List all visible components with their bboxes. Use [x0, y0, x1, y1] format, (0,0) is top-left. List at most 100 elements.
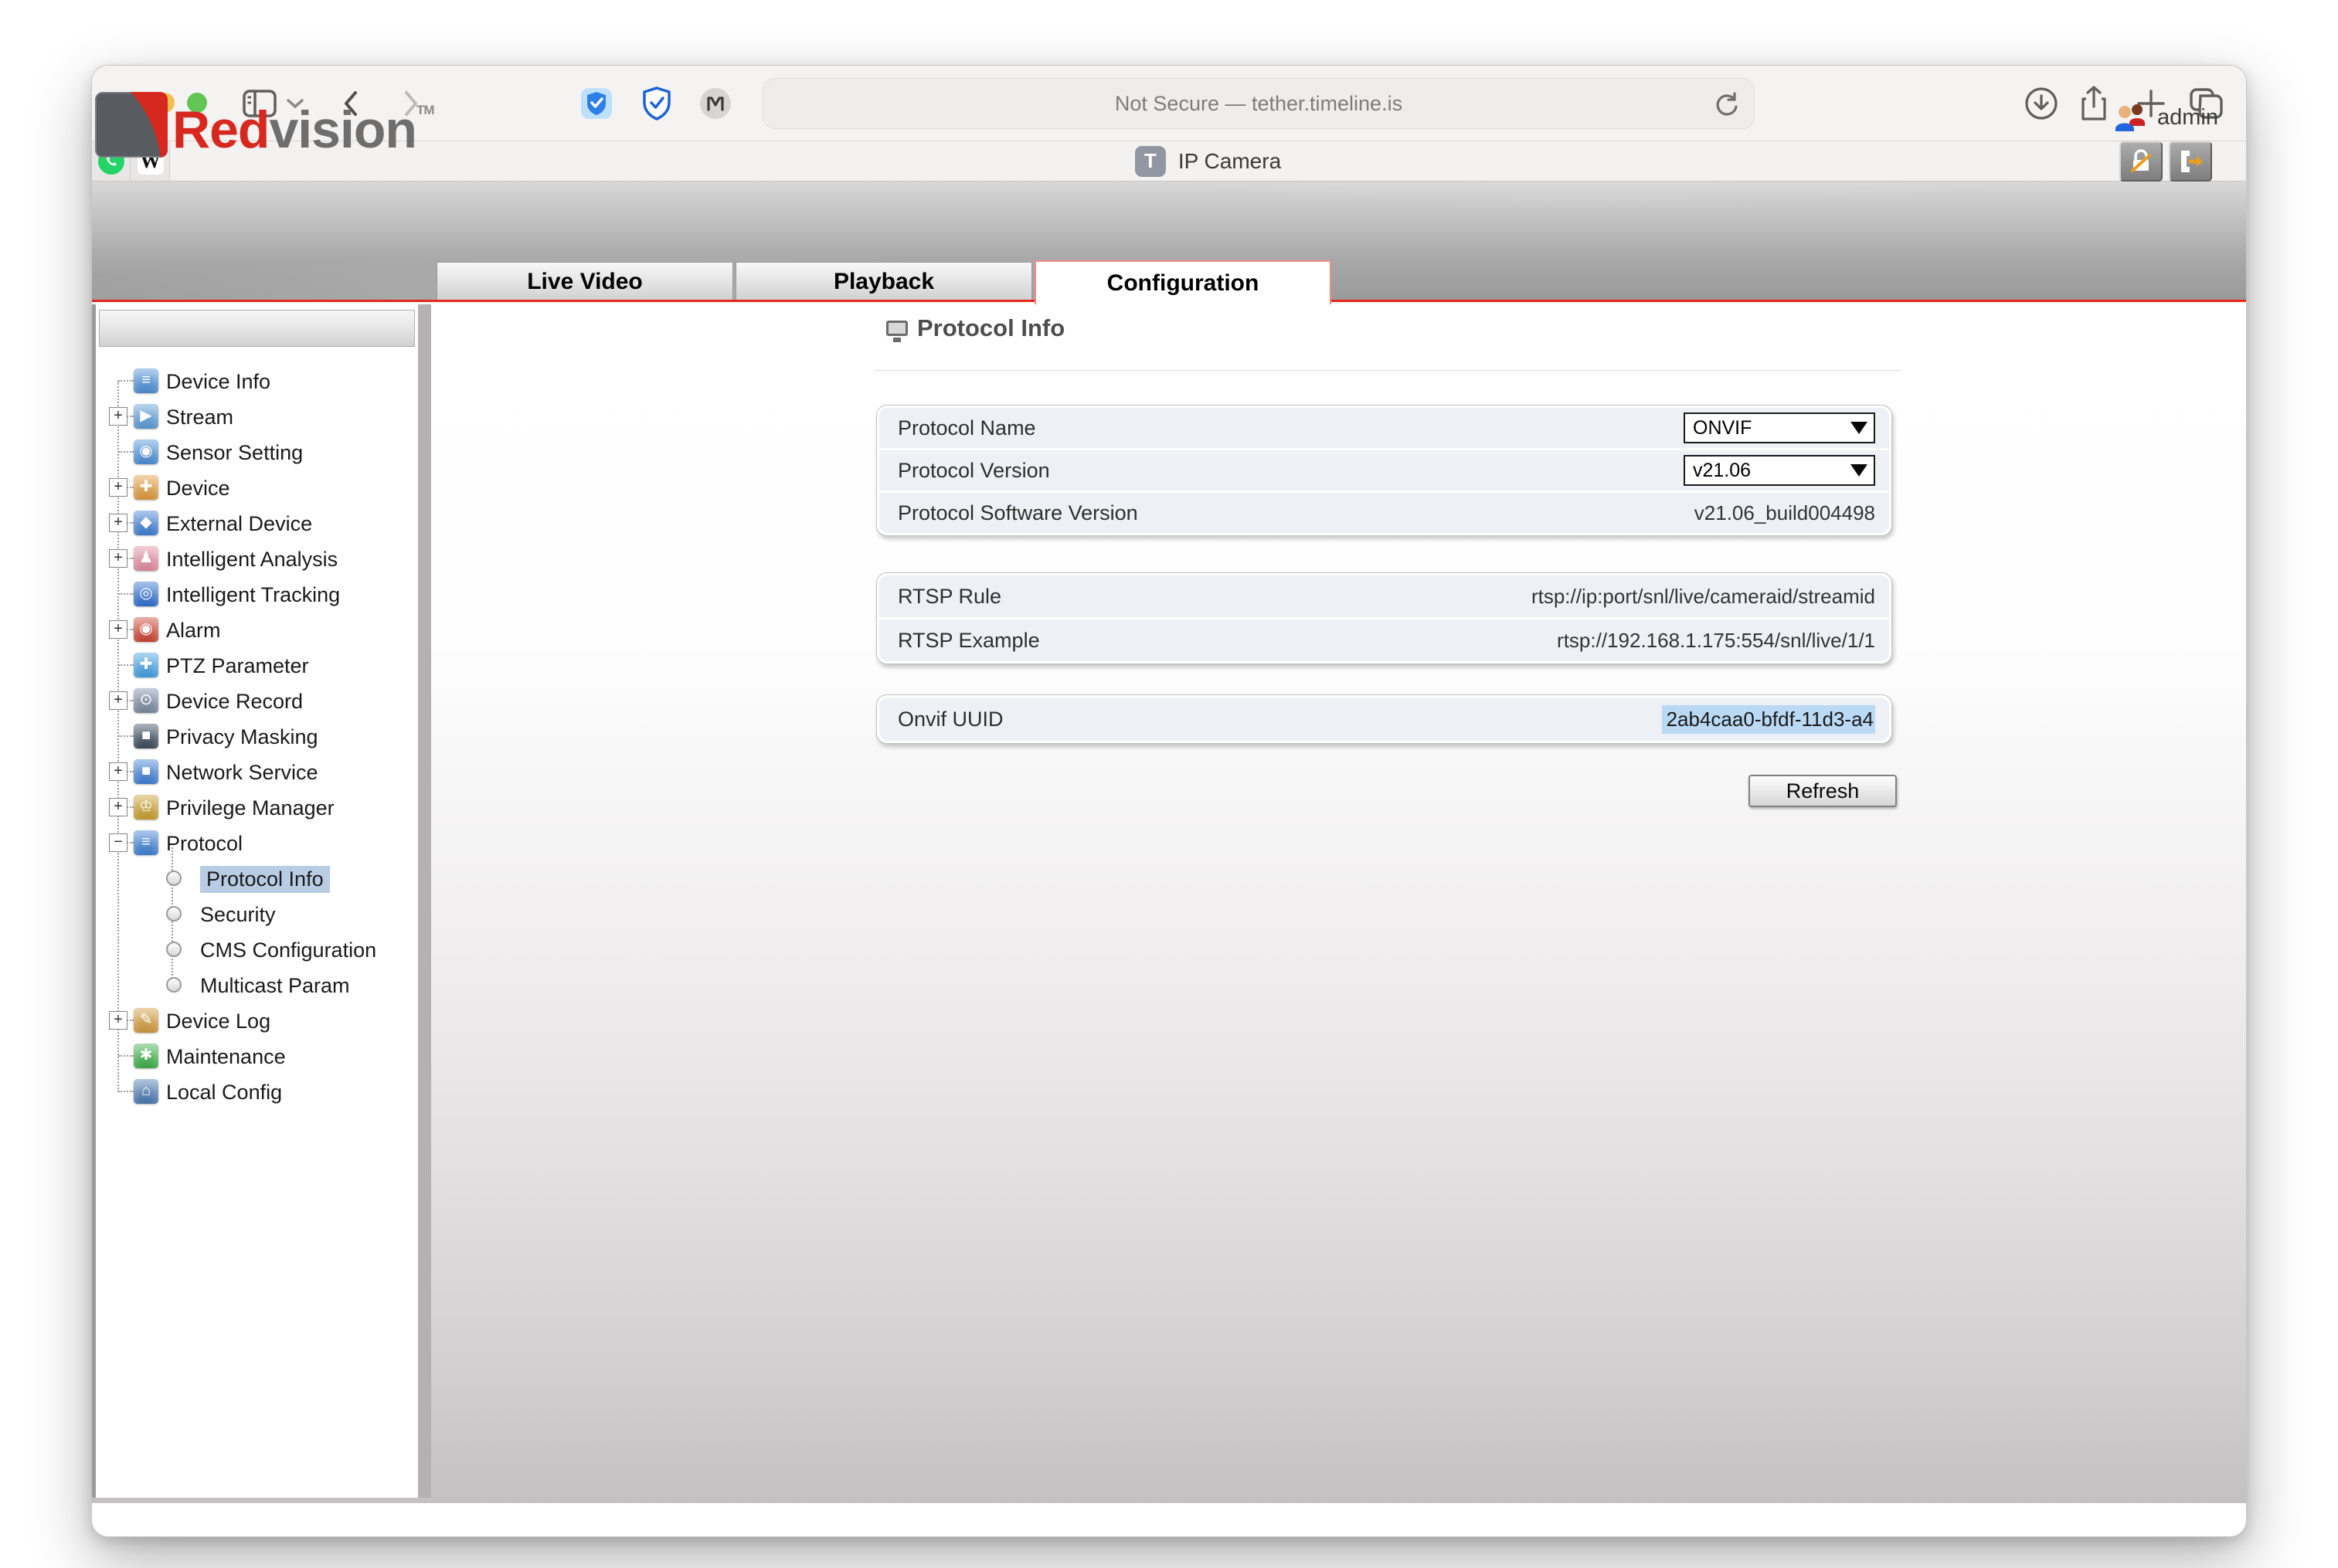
logged-in-user: admin: [2157, 105, 2218, 131]
extension-m-circle-icon[interactable]: [696, 84, 735, 123]
sidebar-item-intelligent-tracking[interactable]: ◎ Intelligent Tracking: [92, 576, 2246, 612]
tree-bullet: [166, 977, 182, 993]
tab-favicon: T: [1135, 146, 1166, 177]
sidebar-item-privacy-masking[interactable]: ■ Privacy Masking: [92, 718, 2246, 754]
sidebar-item-device[interactable]: + ✚ Device: [92, 470, 2246, 505]
privacy-masking-icon: ■: [134, 724, 158, 748]
network-service-icon: ■: [134, 759, 158, 784]
sidebar-item-ptz-parameter[interactable]: ✚ PTZ Parameter: [92, 647, 2246, 683]
sidebar-item-local-config[interactable]: ⌂ Local Config: [92, 1074, 2246, 1109]
sidebar-item-sensor-setting[interactable]: ◉ Sensor Setting: [92, 434, 2246, 470]
sidebar-item-protocol-info[interactable]: Protocol Info: [92, 860, 2246, 896]
tree-expander[interactable]: +: [109, 514, 127, 532]
device-record-icon: ⊙: [134, 688, 158, 713]
sidebar-item-network-service[interactable]: + ■ Network Service: [92, 754, 2246, 789]
sidebar-item-label: Privacy Masking: [166, 725, 318, 749]
sidebar-item-multicast-param[interactable]: Multicast Param: [92, 967, 2246, 1003]
sidebar-item-label: Device Record: [166, 690, 303, 714]
sidebar-item-security[interactable]: Security: [92, 896, 2246, 932]
brand-rest-text: vision: [269, 100, 416, 159]
tree-expander[interactable]: +: [109, 798, 127, 816]
sidebar-item-label: Sensor Setting: [166, 441, 303, 465]
sidebar-item-label-selected: Protocol Info: [200, 866, 330, 893]
sidebar-item-label: Protocol: [166, 832, 243, 856]
sidebar-item-device-info[interactable]: ≡ Device Info: [92, 363, 2246, 399]
sidebar-item-label: Multicast Param: [200, 974, 350, 998]
sidebar-item-privilege-manager[interactable]: + ♔ Privilege Manager: [92, 789, 2246, 825]
tree-bullet: [166, 906, 182, 921]
sidebar-header-bar: [99, 310, 415, 347]
sidebar-item-protocol[interactable]: − ≡ Protocol: [92, 825, 2246, 860]
logout-button[interactable]: [2169, 141, 2212, 182]
downloads-icon[interactable]: [2022, 84, 2061, 123]
sensor-setting-icon: ◉: [134, 440, 158, 464]
sidebar-item-maintenance[interactable]: ✱ Maintenance: [92, 1038, 2246, 1074]
sidebar-item-intelligent-analysis[interactable]: + ♟ Intelligent Analysis: [92, 541, 2246, 576]
sidebar-item-stream[interactable]: + ▶ Stream: [92, 399, 2246, 434]
tree-expander[interactable]: +: [109, 407, 127, 426]
change-password-button[interactable]: [2119, 141, 2163, 182]
tree-expander[interactable]: +: [109, 1011, 127, 1030]
sidebar-item-label: PTZ Parameter: [166, 654, 309, 678]
tree-expander[interactable]: +: [109, 478, 127, 497]
sidebar-item-device-log[interactable]: + ✎ Device Log: [92, 1003, 2246, 1038]
local-config-icon: ⌂: [134, 1079, 158, 1104]
device-info-icon: ≡: [134, 368, 158, 393]
tab-ip-camera[interactable]: T IP Camera: [170, 141, 2246, 181]
tab-title: IP Camera: [1178, 149, 1281, 174]
sidebar-item-cms-configuration[interactable]: CMS Configuration: [92, 932, 2246, 967]
sidebar-item-label: Network Service: [166, 761, 318, 785]
sidebar-item-label: Privilege Manager: [166, 796, 335, 820]
tree-bullet: [166, 871, 182, 886]
device-icon: ✚: [134, 475, 158, 500]
sidebar-item-label: Device: [166, 477, 230, 501]
extension-shield-filled-icon[interactable]: [577, 84, 616, 123]
protocol-icon: ≡: [134, 830, 158, 855]
address-bar[interactable]: Not Secure — tether.timeline.is: [763, 78, 1755, 129]
redvision-wordmark: RedvisionTM: [172, 100, 434, 160]
url-text: Not Secure — tether.timeline.is: [1115, 92, 1402, 116]
tree-bullet: [166, 942, 182, 957]
extension-shield-outline-icon[interactable]: [637, 84, 676, 123]
tree-expander[interactable]: +: [109, 762, 127, 781]
sidebar-item-alarm[interactable]: + ◉ Alarm: [92, 612, 2246, 647]
device-log-icon: ✎: [134, 1008, 158, 1033]
share-icon[interactable]: [2075, 84, 2113, 123]
intelligent-tracking-icon: ◎: [134, 582, 158, 606]
page-title: Protocol Info: [917, 314, 1065, 342]
sidebar-item-label: Device Info: [166, 370, 270, 394]
tree-expander[interactable]: −: [109, 833, 127, 852]
stream-icon: ▶: [134, 404, 158, 429]
alarm-icon: ◉: [134, 617, 158, 642]
sidebar-item-label: Alarm: [166, 619, 221, 643]
privilege-manager-icon: ♔: [134, 795, 158, 820]
tab-configuration[interactable]: Configuration: [1035, 260, 1331, 304]
reload-icon[interactable]: [1712, 90, 1740, 119]
external-device-icon: ◆: [134, 511, 158, 535]
tree-expander[interactable]: +: [109, 691, 127, 710]
maintenance-icon: ✱: [134, 1044, 158, 1068]
sidebar-item-device-record[interactable]: + ⊙ Device Record: [92, 683, 2246, 718]
sidebar-item-label: Security: [200, 903, 276, 927]
sidebar-item-label: Device Log: [166, 1010, 270, 1033]
sidebar-item-label: Stream: [166, 406, 233, 429]
tree-expander[interactable]: +: [109, 549, 127, 568]
sidebar-item-label: Intelligent Tracking: [166, 583, 340, 607]
tab-live-video[interactable]: Live Video: [437, 262, 733, 302]
browser-window: Not Secure — tether.timeline.is W: [91, 65, 2247, 1537]
tab-playback[interactable]: Playback: [736, 262, 1032, 302]
sidebar-item-label: Local Config: [166, 1081, 282, 1105]
sidebar-item-label: Maintenance: [166, 1045, 286, 1069]
tree-expander[interactable]: +: [109, 620, 127, 639]
brand-tm: TM: [416, 103, 434, 117]
redvision-logo-mark: [95, 92, 168, 158]
brand-red-text: Red: [172, 100, 269, 159]
sidebar-item-label: CMS Configuration: [200, 938, 376, 962]
intelligent-analysis-icon: ♟: [134, 546, 158, 571]
sidebar-item-external-device[interactable]: + ◆ External Device: [92, 505, 2246, 541]
ptz-parameter-icon: ✚: [134, 653, 158, 677]
sidebar-item-label: Intelligent Analysis: [166, 548, 338, 572]
user-avatar-icon: [2114, 103, 2149, 132]
sidebar-item-label: External Device: [166, 512, 312, 536]
protocol-info-icon: [886, 321, 908, 336]
